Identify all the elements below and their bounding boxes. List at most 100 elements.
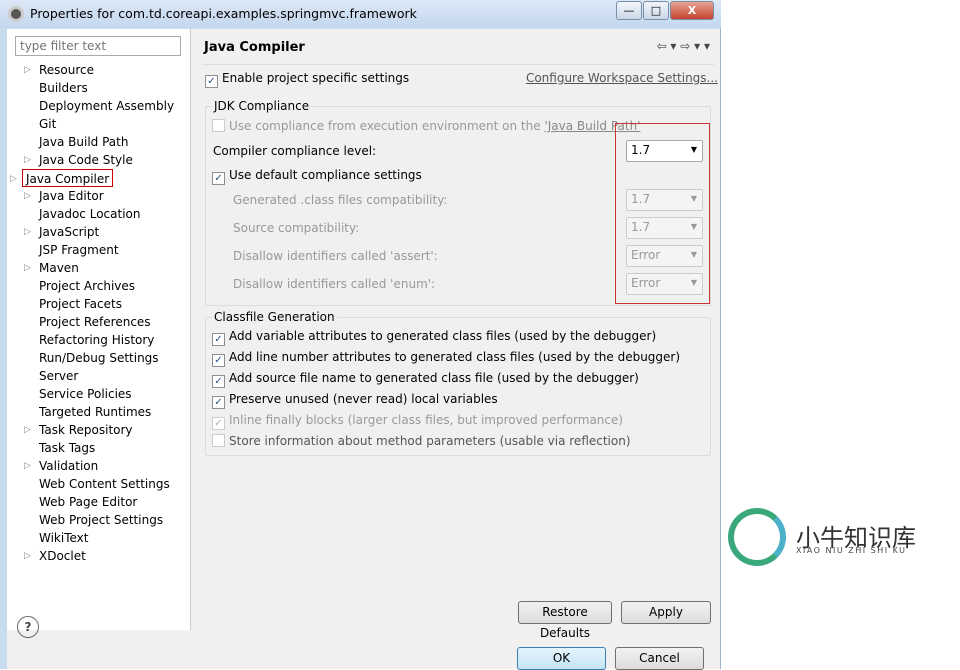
tree-item-label: Java Code Style: [39, 153, 133, 167]
tree-item-label: Java Build Path: [39, 135, 129, 149]
tree-item-label: Web Project Settings: [39, 513, 164, 527]
expand-arrow-icon[interactable]: ▷: [24, 457, 31, 475]
tree-item-label: Server: [39, 369, 79, 383]
tree-item[interactable]: JSP Fragment: [39, 241, 119, 259]
checkbox-icon[interactable]: ✓: [212, 172, 225, 185]
tree-item-label: WikiText: [39, 531, 89, 545]
classfile-option-checkbox[interactable]: ✓ Add line number attributes to generated…: [212, 350, 680, 367]
window-title: Properties for com.td.coreapi.examples.s…: [30, 6, 417, 21]
close-button[interactable]: X: [670, 1, 714, 20]
tree-item[interactable]: Service Policies: [39, 385, 132, 403]
main-panel: Java Compiler ⇦ ▾ ⇨ ▾ ▾ ✓ Enable project …: [192, 29, 720, 640]
tree-item[interactable]: Web Content Settings: [39, 475, 170, 493]
expand-arrow-icon[interactable]: ▷: [24, 547, 31, 565]
compliance-level-label: Compiler compliance level:: [213, 144, 377, 158]
expand-arrow-icon[interactable]: ▷: [24, 151, 31, 169]
watermark-subtext: XIAO NIU ZHI SHI KU: [796, 546, 907, 555]
tree-item-label: Project Archives: [39, 279, 136, 293]
option-label: Inline finally blocks (larger class file…: [229, 413, 624, 427]
tree-item-label: Service Policies: [39, 387, 132, 401]
option-label: Store information about method parameter…: [229, 434, 631, 448]
sidebar: ▷ Resource Builders Deployment Assembly Git J…: [7, 29, 191, 630]
tree-item[interactable]: Web Page Editor: [39, 493, 137, 511]
tree-item-label: Builders: [39, 81, 88, 95]
checkbox-icon[interactable]: ✓: [212, 333, 225, 346]
tree-item[interactable]: Targeted Runtimes: [39, 403, 151, 421]
group-label: JDK Compliance: [212, 99, 312, 113]
tree-item-label: Java Compiler: [26, 172, 110, 186]
expand-arrow-icon[interactable]: ▷: [24, 61, 31, 79]
minimize-button[interactable]: —: [616, 1, 642, 20]
tree-item[interactable]: ▷ Java Code Style: [24, 151, 133, 169]
checkbox-icon[interactable]: ✓: [212, 375, 225, 388]
tree-item-label: Deployment Assembly: [39, 99, 175, 113]
option-label: Preserve unused (never read) local varia…: [229, 392, 498, 406]
classfile-option-checkbox[interactable]: ✓ Add variable attributes to generated cl…: [212, 329, 656, 346]
configure-workspace-link[interactable]: Configure Workspace Settings...: [526, 71, 718, 85]
checkbox-icon[interactable]: [212, 434, 225, 447]
tree-item[interactable]: ▷ Java Compiler: [10, 169, 114, 187]
expand-arrow-icon[interactable]: ▷: [10, 170, 17, 188]
tree-item[interactable]: ▷ Task Repository: [24, 421, 133, 439]
tree-item-label: Web Content Settings: [39, 477, 170, 491]
checkbox-icon[interactable]: [212, 119, 225, 132]
expand-arrow-icon[interactable]: ▷: [24, 223, 31, 241]
tree-item[interactable]: Git: [39, 115, 56, 133]
apply-button[interactable]: Apply: [621, 601, 711, 624]
checkbox-icon[interactable]: ✓: [212, 396, 225, 409]
page-title: Java Compiler: [204, 40, 305, 55]
classfile-option-checkbox[interactable]: Store information about method parameter…: [212, 434, 631, 448]
tree-item-label: Project Facets: [39, 297, 122, 311]
tree-item[interactable]: Javadoc Location: [39, 205, 140, 223]
tree-item[interactable]: ▷ XDoclet: [24, 547, 86, 565]
tree-item[interactable]: ▷ Resource: [24, 61, 95, 79]
tree-item[interactable]: Web Project Settings: [39, 511, 163, 529]
cancel-button[interactable]: Cancel: [615, 647, 704, 670]
help-icon[interactable]: ?: [17, 616, 39, 638]
use-env-checkbox[interactable]: Use compliance from execution environmen…: [212, 119, 641, 133]
classfile-option-checkbox[interactable]: ✓ Preserve unused (never read) local vari…: [212, 392, 498, 409]
tree-item-label: Git: [39, 117, 57, 131]
tree-item[interactable]: Builders: [39, 79, 88, 97]
group-label: Classfile Generation: [212, 310, 337, 324]
use-default-checkbox[interactable]: ✓ Use default compliance settings: [212, 168, 422, 185]
tree-item[interactable]: Project Facets: [39, 295, 122, 313]
expand-arrow-icon[interactable]: ▷: [24, 187, 31, 205]
tree-item-label: Web Page Editor: [39, 495, 138, 509]
option-label: Add variable attributes to generated cla…: [229, 329, 657, 343]
tree-item[interactable]: ▷ Validation: [24, 457, 98, 475]
checkbox-icon[interactable]: ✓: [212, 354, 225, 367]
tree-item-label: JavaScript: [39, 225, 100, 239]
tree-item[interactable]: Deployment Assembly: [39, 97, 174, 115]
tree-item[interactable]: Project References: [39, 313, 151, 331]
history-nav[interactable]: ⇦ ▾ ⇨ ▾ ▾: [657, 39, 710, 53]
checkbox-icon[interactable]: ✓: [212, 417, 225, 430]
tree-item[interactable]: Project Archives: [39, 277, 135, 295]
classfile-option-checkbox[interactable]: ✓ Add source file name to generated class…: [212, 371, 639, 388]
option-label: Add source file name to generated class …: [229, 371, 639, 385]
expand-arrow-icon[interactable]: ▷: [24, 259, 31, 277]
tree-item-label: XDoclet: [39, 549, 86, 563]
checkbox-icon[interactable]: ✓: [205, 75, 218, 88]
tree-item[interactable]: ▷ JavaScript: [24, 223, 100, 241]
restore-defaults-button[interactable]: Restore Defaults: [518, 601, 612, 640]
tree-item-label: JSP Fragment: [39, 243, 119, 257]
enable-specific-checkbox[interactable]: ✓ Enable project specific settings: [205, 71, 409, 88]
tree-item[interactable]: WikiText: [39, 529, 89, 547]
tree-item[interactable]: Run/Debug Settings: [39, 349, 159, 367]
tree-item[interactable]: ▷ Java Editor: [24, 187, 104, 205]
expand-arrow-icon[interactable]: ▷: [24, 421, 31, 439]
tree-item-label: Resource: [39, 63, 95, 77]
maximize-button[interactable]: □: [643, 1, 669, 20]
tree-item[interactable]: Task Tags: [39, 439, 95, 457]
ok-button[interactable]: OK: [517, 647, 606, 670]
tree-item[interactable]: Server: [39, 367, 78, 385]
tree-item[interactable]: Refactoring History: [39, 331, 154, 349]
properties-dialog: Properties for com.td.coreapi.examples.s…: [0, 0, 721, 670]
tree-item[interactable]: Java Build Path: [39, 133, 128, 151]
tree-item-label: Run/Debug Settings: [39, 351, 159, 365]
filter-input[interactable]: [15, 36, 181, 56]
tree-item[interactable]: ▷ Maven: [24, 259, 79, 277]
classfile-option-checkbox[interactable]: ✓ Inline finally blocks (larger class fil…: [212, 413, 623, 430]
tree-item-label: Project References: [39, 315, 151, 329]
